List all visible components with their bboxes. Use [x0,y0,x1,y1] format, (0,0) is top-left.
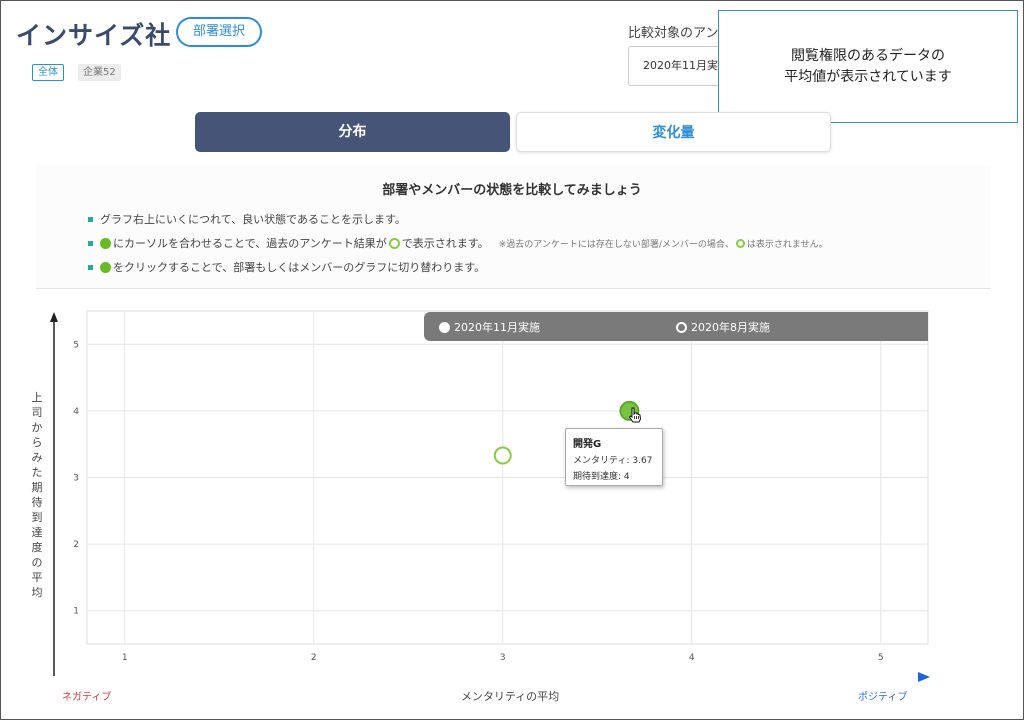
x-tick-label: 2 [311,653,317,663]
y-tick-label: 5 [73,340,79,350]
x-axis-arrow [918,672,930,682]
tooltip-mentality: メンタリティ: 3.67 [573,456,653,466]
scatter-chart: 1 2 3 4 5 1 2 3 4 5 [50,310,930,682]
y-tick-label: 2 [73,540,79,550]
x-tick-label: 5 [878,653,884,663]
tooltip-title: 開発G [573,439,602,450]
negative-label: ネガティブ [62,692,112,703]
y-axis-arrow [50,312,58,322]
x-tick-label: 1 [122,653,128,663]
x-axis-title: メンタリティの平均 [460,690,560,703]
legend-item-current[interactable]: 2020年11月実施 [439,319,540,335]
y-tick-label: 4 [73,407,79,417]
legend-label-past: 2020年8月実施 [691,321,770,334]
x-tick-label: 4 [689,653,695,663]
point-tooltip: 開発G メンタリティ: 3.67 期待到達度: 4 [565,428,663,486]
y-tick-label: 1 [73,607,79,617]
tooltip-expectation: 期待到達度: 4 [573,472,630,482]
legend-label-current: 2020年11月実施 [454,321,540,334]
y-axis-title: 上司からみた期待到達度の平均 [31,391,43,599]
filled-circle-icon [439,321,450,333]
chart-legend: 2020年11月実施 2020年8月実施 [424,312,928,341]
y-tick-label: 3 [73,474,79,484]
positive-label: ポジティブ [858,692,908,703]
hand-cursor-icon [628,407,642,423]
data-point-past[interactable] [493,446,512,465]
hollow-circle-icon [676,321,687,333]
x-tick-label: 3 [500,653,506,663]
legend-item-past[interactable]: 2020年8月実施 [676,319,770,335]
